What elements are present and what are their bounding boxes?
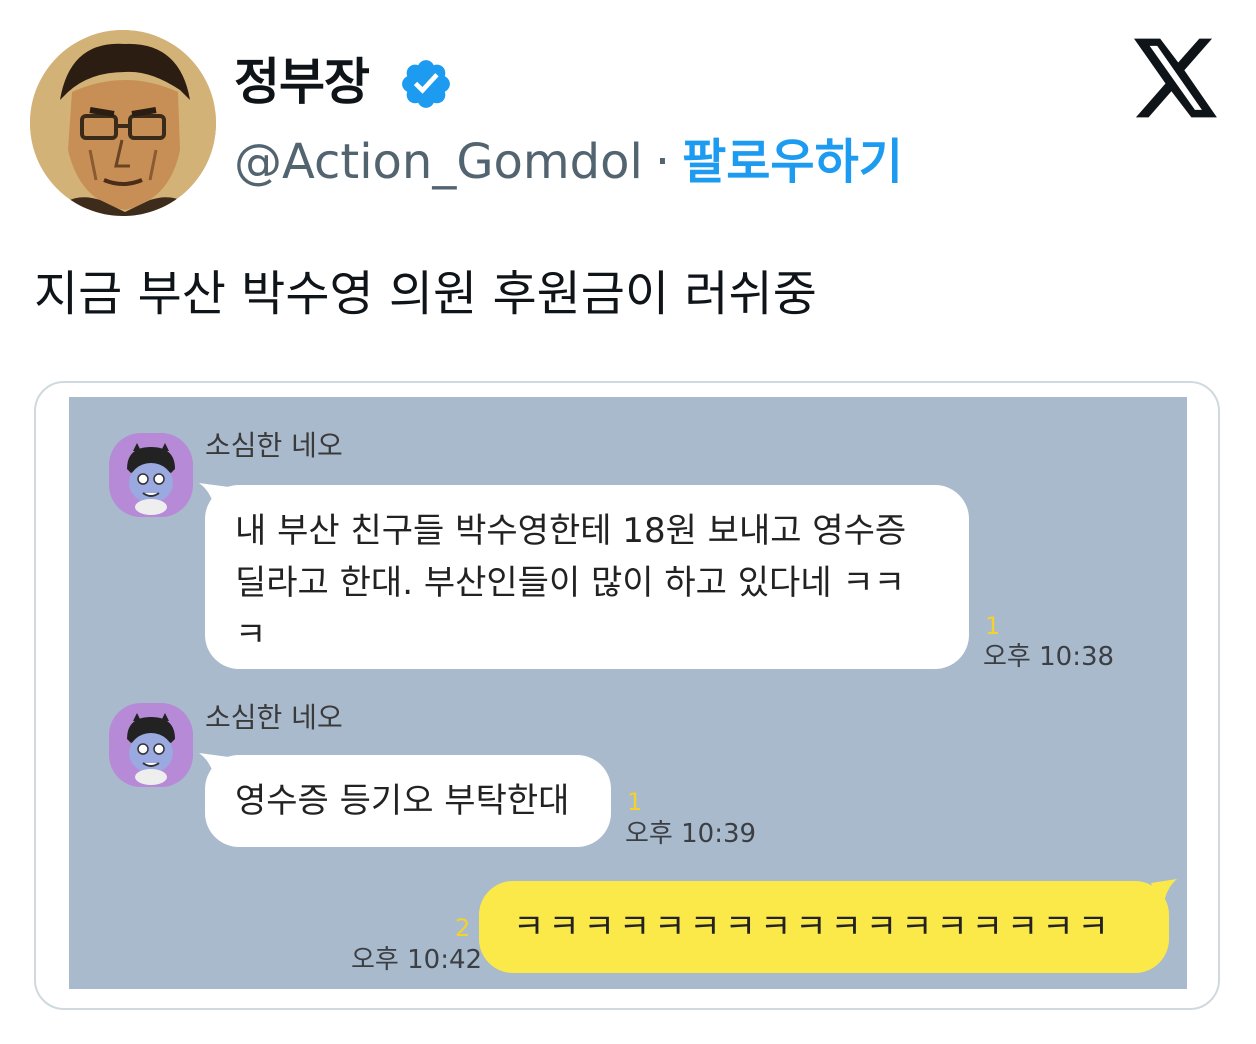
message-line: ㅋㅋㅋㅋㅋㅋㅋㅋㅋㅋㅋㅋㅋㅋㅋㅋㅋ <box>513 907 1113 947</box>
verified-badge-icon <box>402 60 450 108</box>
my-message-bubble[interactable]: ㅋㅋㅋㅋㅋㅋㅋㅋㅋㅋㅋㅋㅋㅋㅋㅋㅋ <box>479 881 1169 973</box>
message-line: 딜라고 한대. 부산인들이 많이 하고 있다네 ㅋㅋ <box>235 563 905 603</box>
message-bubble[interactable]: 내 부산 친구들 박수영한테 18원 보내고 영수증 딜라고 한대. 부산인들이… <box>205 485 969 669</box>
sender-name: 소심한 네오 <box>205 429 343 462</box>
message-time: 오후 10:39 <box>625 819 757 849</box>
message-line: 내 부산 친구들 박수영한테 18원 보내고 영수증 <box>235 511 907 551</box>
handle-row: @Action_Gomdol · 팔로우하기 <box>234 130 903 194</box>
message-time: 오후 10:38 <box>983 642 1115 672</box>
separator-dot: · <box>654 134 671 190</box>
message-time: 오후 10:42 <box>351 945 483 975</box>
follow-button[interactable]: 팔로우하기 <box>682 134 903 190</box>
unread-count: 1 <box>627 788 643 816</box>
author-handle[interactable]: @Action_Gomdol <box>234 134 643 190</box>
author-avatar[interactable] <box>30 30 216 216</box>
neo-avatar-icon <box>109 703 193 787</box>
bubble-tail <box>1151 879 1177 909</box>
cartoon-man-portrait <box>30 30 216 216</box>
sender-name: 소심한 네오 <box>205 701 343 734</box>
message-line: ㅋ <box>235 615 267 655</box>
message-bubble[interactable]: 영수증 등기오 부탁한대 <box>205 755 611 847</box>
unread-count: 1 <box>985 612 1001 640</box>
message-line: 영수증 등기오 부탁한대 <box>235 781 570 821</box>
display-name[interactable]: 정부장 <box>234 50 370 114</box>
tweet-text: 지금 부산 박수영 의원 후원금이 러쉬중 <box>34 266 817 322</box>
unread-count: 2 <box>455 914 471 942</box>
chat-screenshot: 소심한 네오 내 부산 친구들 박수영한테 18원 보내고 영수증 딜라고 한대… <box>69 397 1187 989</box>
x-logo-icon[interactable] <box>1134 38 1220 118</box>
neo-avatar-icon <box>109 433 193 517</box>
